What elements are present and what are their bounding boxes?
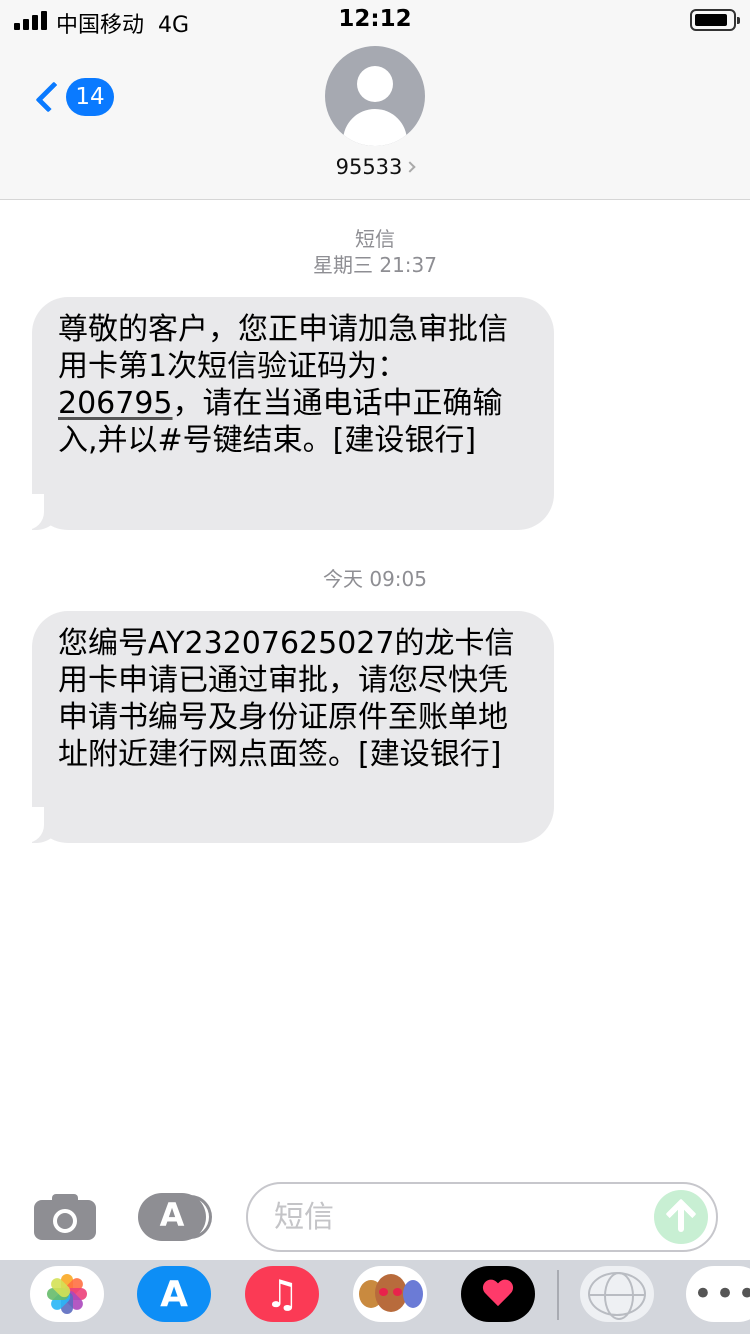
- incoming-message-bubble[interactable]: 您编号AY23207625027的龙卡信用卡申请已通过审批，请您尽快凭申请书编号…: [20, 611, 554, 843]
- bubble-tail: [20, 807, 56, 843]
- navigation-header: 中国移动 4G 12:12 14 95533: [0, 0, 750, 200]
- camera-icon[interactable]: [34, 1192, 96, 1240]
- message-text: 您编号AY23207625027的龙卡信用卡申请已通过审批，请您尽快凭申请书编号…: [58, 626, 515, 772]
- drawer-divider: [557, 1270, 559, 1320]
- chevron-right-icon: [404, 161, 417, 173]
- message-compose-bar: A: [0, 1176, 750, 1260]
- message-timestamp: 星期三 21:37: [313, 253, 437, 277]
- music-icon[interactable]: ♫: [245, 1266, 319, 1322]
- message-text: 尊敬的客户，您正申请加急审批信用卡第1次短信验证码为：: [58, 312, 508, 384]
- photos-icon[interactable]: [30, 1266, 104, 1322]
- contact-name-button[interactable]: 95533: [0, 155, 750, 179]
- memoji-icon[interactable]: [353, 1266, 427, 1322]
- status-bar: 中国移动 4G 12:12: [0, 0, 750, 40]
- back-button[interactable]: 14: [30, 74, 114, 120]
- app-store-icon[interactable]: A: [138, 1193, 212, 1241]
- contact-name: 95533: [335, 155, 403, 179]
- message-timestamp: 今天 09:05: [323, 567, 427, 591]
- digital-touch-icon[interactable]: [461, 1266, 535, 1322]
- status-time: 12:12: [338, 6, 412, 32]
- imessage-app-drawer: A ♫ •••: [0, 1260, 750, 1334]
- message-input[interactable]: [246, 1182, 718, 1252]
- bubble-tail: [20, 494, 56, 530]
- globe-icon[interactable]: [580, 1266, 654, 1322]
- verification-code-link[interactable]: 206795: [58, 386, 173, 421]
- contact-avatar[interactable]: [325, 46, 425, 146]
- person-icon: [357, 66, 393, 102]
- send-arrow-icon[interactable]: [654, 1190, 708, 1244]
- battery-icon: [690, 9, 740, 31]
- unread-count-badge: 14: [66, 78, 114, 116]
- chevron-left-icon: [35, 81, 67, 113]
- more-icon[interactable]: •••: [686, 1266, 750, 1322]
- message-service-label: 短信: [355, 227, 395, 251]
- app-store-icon[interactable]: A: [137, 1266, 211, 1322]
- incoming-message-bubble[interactable]: 尊敬的客户，您正申请加急审批信用卡第1次短信验证码为：206795，请在当通电话…: [20, 297, 554, 530]
